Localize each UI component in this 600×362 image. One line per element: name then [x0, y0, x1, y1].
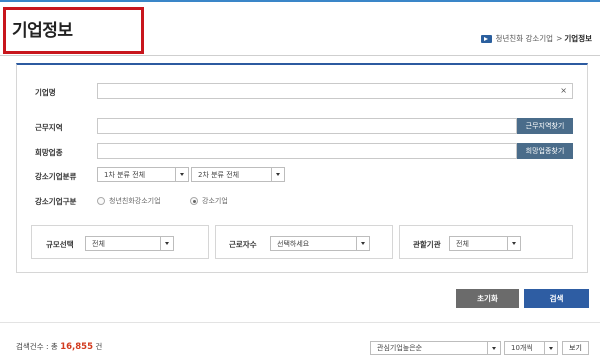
- job-type-label: 희망업종: [35, 148, 63, 157]
- radio-youth-friendly[interactable]: 청년친화강소기업: [97, 196, 161, 206]
- chevron-down-icon: [160, 237, 173, 250]
- category-second-select[interactable]: 2차 분류 전체: [191, 167, 285, 182]
- breadcrumb-item[interactable]: 청년친화 강소기업: [496, 33, 554, 44]
- work-region-search-button[interactable]: 근무지역찾기: [517, 118, 573, 134]
- home-icon[interactable]: [480, 34, 492, 43]
- category-first-value: 1차 분류 전체: [104, 170, 146, 179]
- category-label: 강소기업분류: [35, 172, 77, 181]
- job-type-input[interactable]: [97, 143, 517, 159]
- radio-label: 강소기업: [202, 197, 228, 205]
- per-page-select[interactable]: 10개씩: [504, 341, 558, 355]
- per-page-value: 10개씩: [511, 344, 533, 352]
- agency-filter-box: 관할기관 전체: [399, 225, 573, 259]
- radio-label: 청년친화강소기업: [109, 197, 161, 205]
- radio-checked-icon[interactable]: [190, 197, 198, 205]
- view-button[interactable]: 보기: [562, 341, 589, 355]
- employees-select[interactable]: 선택하세요: [270, 236, 370, 251]
- category-first-select[interactable]: 1차 분류 전체: [97, 167, 189, 182]
- company-type-label: 강소기업구분: [35, 197, 77, 206]
- search-form-panel: 기업명 × 근무지역 근무지역찾기 희망업종 희망업종찾기 강소기업분류 1차 …: [16, 63, 588, 273]
- job-type-search-button[interactable]: 희망업종찾기: [517, 143, 573, 159]
- employees-value: 선택하세요: [277, 239, 310, 248]
- employees-label: 근로자수: [229, 240, 257, 249]
- header-divider: [0, 55, 600, 56]
- sort-value: 관심기업높은순: [377, 344, 423, 352]
- size-filter-box: 규모선택 전체: [31, 225, 209, 259]
- result-count-number: 16,855: [60, 342, 93, 352]
- chevron-down-icon: [544, 342, 557, 354]
- chevron-down-icon: [487, 342, 500, 354]
- result-count: 검색건수 : 총 16,855 건: [16, 341, 102, 352]
- work-region-label: 근무지역: [35, 123, 63, 132]
- size-value: 전체: [92, 239, 105, 248]
- breadcrumb: 청년친화 강소기업 > 기업정보: [480, 33, 592, 44]
- chevron-down-icon: [507, 237, 520, 250]
- result-count-prefix: 검색건수 : 총: [16, 342, 58, 351]
- result-count-suffix: 건: [95, 342, 103, 351]
- chevron-down-icon: [271, 168, 284, 181]
- chevron-down-icon: [175, 168, 188, 181]
- size-label: 규모선택: [46, 240, 74, 249]
- search-button[interactable]: 검색: [524, 289, 589, 308]
- size-select[interactable]: 전체: [85, 236, 174, 251]
- top-accent-line: [0, 0, 600, 2]
- employees-filter-box: 근로자수 선택하세요: [215, 225, 393, 259]
- company-name-label: 기업명: [35, 88, 56, 97]
- work-region-input[interactable]: [97, 118, 517, 134]
- clear-icon[interactable]: ×: [560, 86, 567, 95]
- radio-icon[interactable]: [97, 197, 105, 205]
- chevron-down-icon: [356, 237, 369, 250]
- company-name-input[interactable]: ×: [97, 83, 573, 99]
- agency-value: 전체: [456, 239, 469, 248]
- breadcrumb-separator: >: [556, 34, 563, 43]
- reset-button[interactable]: 초기화: [456, 289, 519, 308]
- sort-select[interactable]: 관심기업높은순: [370, 341, 501, 355]
- results-divider: [0, 322, 600, 323]
- agency-label: 관할기관: [413, 240, 441, 249]
- page-title: 기업정보: [12, 21, 73, 41]
- agency-select[interactable]: 전체: [449, 236, 521, 251]
- radio-small-giant[interactable]: 강소기업: [190, 196, 228, 206]
- breadcrumb-current: 기업정보: [564, 34, 592, 43]
- category-second-value: 2차 분류 전체: [198, 170, 240, 179]
